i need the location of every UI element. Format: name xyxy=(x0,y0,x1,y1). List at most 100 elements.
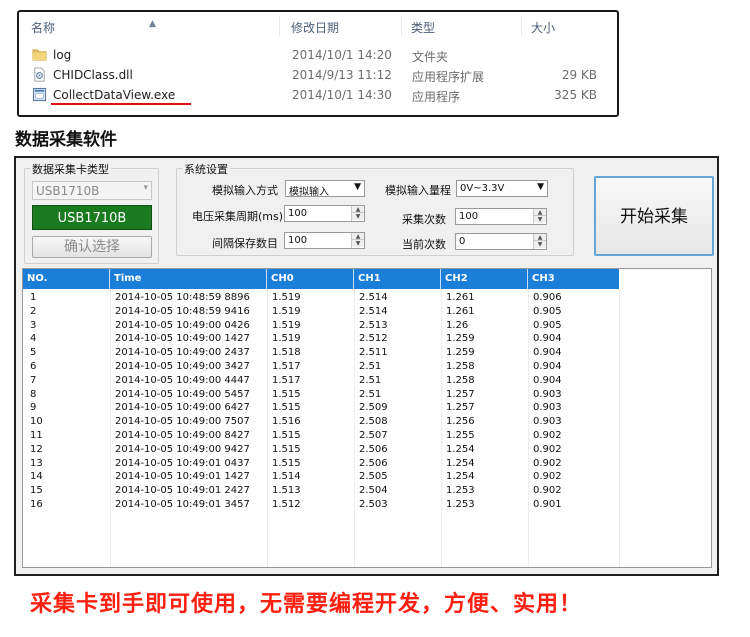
table-cell: 0.904 xyxy=(533,361,562,372)
file-row-log[interactable]: log 2014/10/1 14:20 文件夹 xyxy=(19,46,617,65)
spin-up-icon[interactable]: ▲ xyxy=(352,206,364,213)
table-row[interactable]: 2 2014-10-05 10:48:59 9416 1.519 2.514 1.261… xyxy=(23,305,619,319)
table-row[interactable]: 5 2014-10-05 10:49:00 2437 1.518 2.511 1.259… xyxy=(23,346,619,360)
table-cell: 7 xyxy=(30,374,37,386)
sample-count-input[interactable]: 100 ▲ ▼ xyxy=(455,208,547,225)
table-cell: 11 xyxy=(30,430,43,441)
spinner-buttons[interactable]: ▲ ▼ xyxy=(533,234,546,249)
table-cell: 2014-10-05 10:49:01 1427 xyxy=(115,471,250,483)
table-cell: 1.516 xyxy=(272,416,301,428)
table-cell: 2.511 xyxy=(359,347,388,359)
confirm-button[interactable]: 确认选择 xyxy=(32,236,152,258)
table-cell: 0.902 xyxy=(533,443,562,455)
current-count-input[interactable]: 0 ▲ ▼ xyxy=(455,233,547,250)
spin-up-icon[interactable]: ▲ xyxy=(534,209,546,216)
table-cell: 2.512 xyxy=(359,333,388,345)
column-divider[interactable] xyxy=(521,16,522,36)
file-name: log xyxy=(53,48,72,62)
folder-icon xyxy=(32,49,47,61)
table-cell: 1.519 xyxy=(272,333,301,345)
spin-down-icon[interactable]: ▼ xyxy=(534,241,546,248)
table-row[interactable]: 7 2014-10-05 10:49:00 4447 1.517 2.51 1.258 0… xyxy=(23,374,619,388)
column-type[interactable]: 类型 xyxy=(411,19,435,36)
table-cell: 1.255 xyxy=(446,430,475,441)
table-row[interactable]: 16 2014-10-05 10:49:01 3457 1.512 2.503 1.25… xyxy=(23,498,619,512)
table-row[interactable]: 13 2014-10-05 10:49:01 0437 1.515 2.506 1.25… xyxy=(23,457,619,471)
file-row-exe[interactable]: CollectDataView.exe 2014/10/1 14:30 应用程序… xyxy=(19,86,617,105)
table-cell: 0.902 xyxy=(533,485,562,497)
table-cell: 0.903 xyxy=(533,402,562,414)
column-date[interactable]: 修改日期 xyxy=(291,19,339,36)
table-cell: 2.51 xyxy=(359,374,382,386)
spin-up-icon[interactable]: ▲ xyxy=(534,234,546,241)
table-header: NO. Time CH0 CH1 CH2 CH3 xyxy=(23,269,619,289)
header-time[interactable]: Time xyxy=(110,269,267,289)
grid-line xyxy=(619,289,620,567)
analog-mode-select[interactable]: 模拟输入 ▼ xyxy=(285,180,365,198)
table-cell: 2014-10-05 10:49:00 2437 xyxy=(115,347,250,359)
table-row[interactable]: 11 2014-10-05 10:49:00 8427 1.515 2.507 1.25… xyxy=(23,429,619,443)
table-cell: 0.906 xyxy=(533,292,562,303)
promo-slogan: 采集卡到手即可使用，无需要编程开发，方便、实用！ xyxy=(30,592,583,617)
header-ch3[interactable]: CH3 xyxy=(528,269,619,289)
table-cell: 1.259 xyxy=(446,333,475,345)
table-cell: 2.508 xyxy=(359,416,388,428)
spin-down-icon[interactable]: ▼ xyxy=(352,240,364,247)
table-cell: 0.903 xyxy=(533,416,562,428)
section-title: 数据采集软件 xyxy=(15,130,117,150)
table-row[interactable]: 15 2014-10-05 10:49:01 2427 1.513 2.504 1.25… xyxy=(23,484,619,498)
column-divider[interactable] xyxy=(401,16,402,36)
card-type-select[interactable]: USB1710B ▾ xyxy=(32,181,152,200)
column-divider[interactable] xyxy=(279,16,280,36)
save-interval-value: 100 xyxy=(288,235,308,246)
table-cell: 1.254 xyxy=(446,443,475,455)
spin-up-icon[interactable]: ▲ xyxy=(352,233,364,240)
table-cell: 2014-10-05 10:49:00 0426 xyxy=(115,319,250,331)
analog-range-select[interactable]: 0V~3.3V ▼ xyxy=(456,180,548,197)
file-explorer-list: ▲ 名称 修改日期 类型 大小 log 2014/10/1 14:20 文件夹 … xyxy=(17,10,619,117)
table-cell: 1.253 xyxy=(446,485,475,497)
analog-mode-value: 模拟输入 xyxy=(289,187,329,198)
table-row[interactable]: 6 2014-10-05 10:49:00 3427 1.517 2.51 1.258 0… xyxy=(23,360,619,374)
table-row[interactable]: 9 2014-10-05 10:49:00 6427 1.515 2.509 1.257… xyxy=(23,401,619,415)
column-name[interactable]: 名称 xyxy=(31,19,55,36)
table-cell: 0.905 xyxy=(533,319,562,331)
header-ch2[interactable]: CH2 xyxy=(441,269,528,289)
table-cell: 2014-10-05 10:49:00 8427 xyxy=(115,430,250,441)
voltage-period-input[interactable]: 100 ▲ ▼ xyxy=(284,205,365,222)
chevron-down-icon: ▼ xyxy=(354,182,361,192)
column-size[interactable]: 大小 xyxy=(531,19,555,36)
table-cell: 1.519 xyxy=(272,292,301,303)
table-cell: 0.904 xyxy=(533,333,562,345)
table-row[interactable]: 8 2014-10-05 10:49:00 5457 1.515 2.51 1.257 0… xyxy=(23,388,619,402)
table-cell: 0.903 xyxy=(533,388,562,400)
spinner-buttons[interactable]: ▲ ▼ xyxy=(351,233,364,248)
header-ch1[interactable]: CH1 xyxy=(354,269,441,289)
header-no[interactable]: NO. xyxy=(23,269,110,289)
table-row[interactable]: 14 2014-10-05 10:49:01 1427 1.514 2.505 1.25… xyxy=(23,470,619,484)
table-cell: 1.512 xyxy=(272,499,301,510)
table-row[interactable]: 10 2014-10-05 10:49:00 7507 1.516 2.508 1.25… xyxy=(23,415,619,429)
table-row[interactable]: 12 2014-10-05 10:49:00 9427 1.515 2.506 1.25… xyxy=(23,443,619,457)
analog-mode-label: 模拟输入方式 xyxy=(212,184,278,197)
file-row-dll[interactable]: CHIDClass.dll 2014/9/13 11:12 应用程序扩展 29 … xyxy=(19,66,617,85)
spin-down-icon[interactable]: ▼ xyxy=(534,216,546,223)
table-row[interactable]: 3 2014-10-05 10:49:00 0426 1.519 2.513 1.26 0… xyxy=(23,319,619,333)
data-table[interactable]: NO. Time CH0 CH1 CH2 CH3 1 2014-10-05 10:… xyxy=(22,268,712,568)
spinner-buttons[interactable]: ▲ ▼ xyxy=(533,209,546,224)
header-ch0[interactable]: CH0 xyxy=(267,269,354,289)
table-cell: 2.514 xyxy=(359,305,388,317)
table-cell: 10 xyxy=(30,416,43,428)
table-cell: 2014-10-05 10:49:01 2427 xyxy=(115,485,250,497)
spin-down-icon[interactable]: ▼ xyxy=(352,213,364,220)
card-type-label: 数据采集卡类型 xyxy=(30,161,111,177)
table-cell: 2014-10-05 10:48:59 8896 xyxy=(115,292,250,303)
table-row[interactable]: 4 2014-10-05 10:49:00 1427 1.519 2.512 1.259… xyxy=(23,332,619,346)
table-cell: 1.257 xyxy=(446,388,475,400)
settings-title: 系统设置 xyxy=(182,161,230,177)
table-cell: 1.261 xyxy=(446,292,475,303)
start-acquisition-button[interactable]: 开始采集 xyxy=(594,176,714,256)
spinner-buttons[interactable]: ▲ ▼ xyxy=(351,206,364,221)
table-row[interactable]: 1 2014-10-05 10:48:59 8896 1.519 2.514 1.261… xyxy=(23,291,619,305)
save-interval-input[interactable]: 100 ▲ ▼ xyxy=(284,232,365,249)
